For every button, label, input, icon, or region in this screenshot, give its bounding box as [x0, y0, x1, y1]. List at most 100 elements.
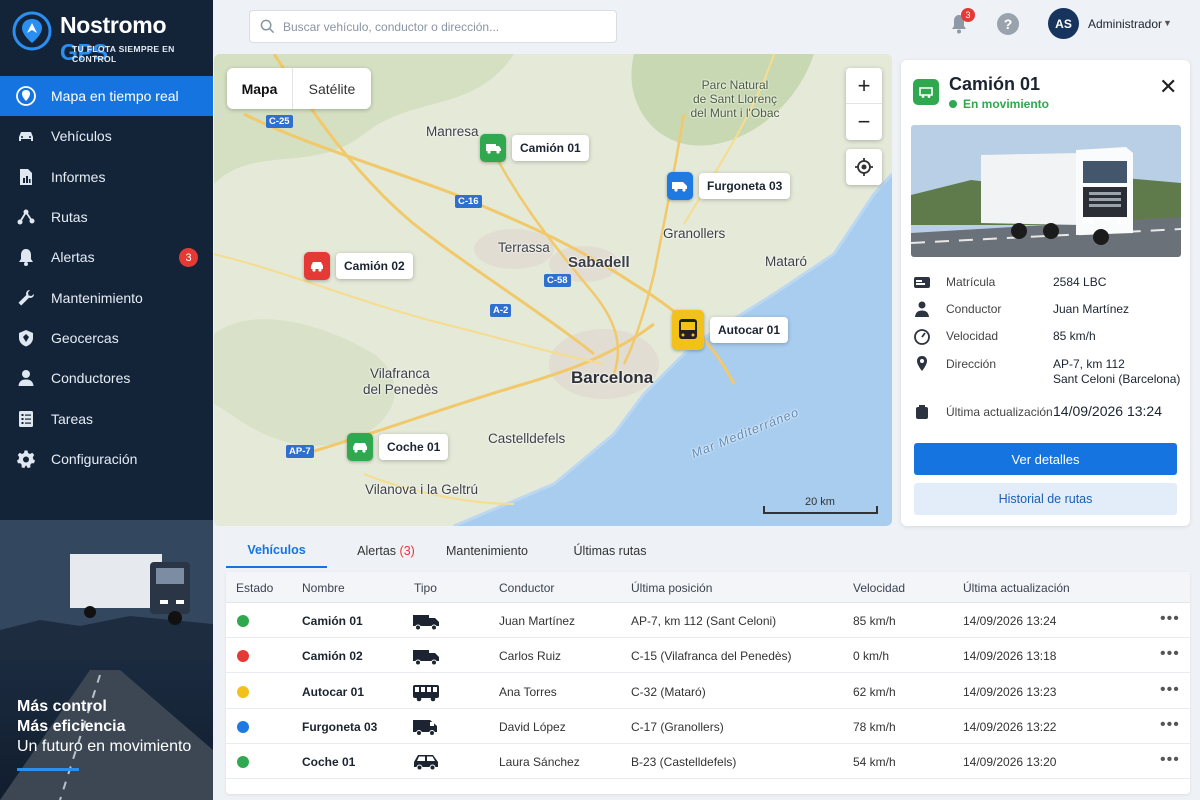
cell-speed: 62 km/h — [853, 684, 896, 699]
tasks-icon — [16, 409, 36, 429]
map-marker-camion01[interactable]: Camión 01 — [480, 134, 589, 162]
chevron-down-icon[interactable]: ▼ — [1163, 18, 1172, 28]
marker-label: Furgoneta 03 — [699, 173, 791, 199]
truck-icon — [412, 611, 440, 631]
place-mataro: Mataró — [765, 254, 808, 269]
place-granollers: Granollers — [663, 226, 726, 241]
more-options-icon[interactable]: ••• — [1160, 610, 1180, 628]
sidebar-item-conductores[interactable]: Conductores — [0, 358, 213, 398]
sidebar-item-tareas[interactable]: Tareas — [0, 398, 213, 438]
map-marker-autocar01[interactable]: Autocar 01 — [672, 310, 789, 350]
view-details-button[interactable]: Ver detalles — [914, 443, 1177, 475]
user-icon — [16, 368, 36, 388]
user-name[interactable]: Administrador — [1088, 17, 1162, 31]
logo-icon — [12, 11, 52, 51]
place-barcelona: Barcelona — [571, 368, 654, 387]
col-posicion[interactable]: Última posición — [631, 581, 712, 595]
tab-mantenimiento[interactable]: Mantenimiento — [438, 534, 536, 568]
marker-label: Camión 01 — [512, 135, 589, 161]
tab-ultimas-rutas[interactable]: Últimas rutas — [564, 534, 656, 568]
search-icon — [260, 19, 275, 34]
truck-icon — [412, 646, 440, 666]
brand-tagline: TU FLOTA SIEMPRE EN CONTROL — [72, 44, 175, 64]
details-status: En movimiento — [949, 97, 1049, 111]
table-row[interactable]: Coche 01 Laura Sánchez B-23 (Castelldefels… — [226, 744, 1190, 780]
scale-bar — [763, 506, 878, 514]
sidebar-item-label: Configuración — [51, 450, 138, 467]
sidebar: Nostromo GPS TU FLOTA SIEMPRE EN CONTROL… — [0, 0, 213, 800]
cell-speed: 0 km/h — [853, 649, 890, 664]
cell-speed: 78 km/h — [853, 719, 896, 734]
map-marker-furgoneta03[interactable]: Furgoneta 03 — [667, 172, 791, 200]
van-icon — [412, 717, 440, 737]
col-velocidad[interactable]: Velocidad — [853, 581, 905, 595]
sidebar-item-alertas[interactable]: Alertas 3 — [0, 237, 213, 277]
col-tipo[interactable]: Tipo — [414, 581, 437, 595]
cell-updated: 14/09/2026 13:23 — [963, 684, 1057, 699]
close-icon[interactable]: ✕ — [1159, 76, 1177, 98]
map-type-map-button[interactable]: Mapa — [227, 68, 293, 109]
cell-position: C-32 (Mataró) — [631, 684, 706, 699]
brand[interactable]: Nostromo GPS TU FLOTA SIEMPRE EN CONTROL — [0, 0, 213, 66]
sidebar-item-vehiculos[interactable]: Vehículos — [0, 116, 213, 156]
route-history-button[interactable]: Historial de rutas — [914, 483, 1177, 515]
sidebar-item-label: Informes — [51, 168, 106, 185]
wrench-icon — [16, 288, 36, 308]
truck-icon — [304, 252, 330, 280]
zoom-out-button[interactable]: − — [846, 104, 882, 140]
sidebar-item-mapa[interactable]: Mapa en tiempo real — [0, 76, 213, 117]
search-box[interactable] — [249, 10, 617, 43]
cell-driver: David López — [499, 719, 566, 734]
van-icon — [667, 172, 693, 200]
sidebar-item-label: Vehículos — [51, 128, 112, 145]
more-options-icon[interactable]: ••• — [1160, 751, 1180, 769]
sidebar-item-configuracion[interactable]: Configuración — [0, 439, 213, 479]
table-row[interactable]: Camión 01 Juan Martínez AP-7, km 112 (Sant… — [226, 603, 1190, 638]
locate-button[interactable] — [846, 149, 882, 185]
table-row[interactable]: Camión 02 Carlos Ruiz C-15 (Vilafranca del… — [226, 638, 1190, 674]
map-marker-camion02[interactable]: Camión 02 — [304, 252, 413, 280]
cell-updated: 14/09/2026 13:20 — [963, 755, 1057, 770]
zoom-in-button[interactable]: + — [846, 68, 882, 104]
tab-vehiculos[interactable]: Vehículos — [226, 534, 327, 568]
park-label: Parc Natural de Sant Llorenç del Munt i l'… — [690, 78, 780, 120]
map-marker-coche01[interactable]: Coche 01 — [347, 433, 449, 461]
col-conductor[interactable]: Conductor — [499, 581, 554, 595]
place-vilafranca-1: Vilafranca — [370, 366, 430, 381]
sidebar-item-mantenimiento[interactable]: Mantenimiento — [0, 277, 213, 317]
table-row[interactable]: Furgoneta 03 David López C-17 (Granollers)… — [226, 709, 1190, 744]
search-input[interactable] — [283, 19, 603, 34]
car-icon — [16, 126, 36, 146]
road-badge-ap7: AP-7 — [286, 445, 314, 458]
col-estado[interactable]: Estado — [236, 581, 273, 595]
sidebar-item-label: Rutas — [51, 209, 88, 226]
cell-driver: Laura Sánchez — [499, 755, 580, 770]
road-badge-c58: C-58 — [544, 274, 571, 287]
place-terrassa: Terrassa — [498, 240, 550, 255]
help-icon[interactable]: ? — [997, 13, 1019, 35]
col-actualizacion[interactable]: Última actualización — [963, 581, 1070, 595]
sidebar-item-rutas[interactable]: Rutas — [0, 197, 213, 237]
driver-icon — [915, 301, 929, 317]
tab-alertas[interactable]: Alertas (3) — [336, 534, 436, 568]
bottom-tabs: Vehículos Alertas (3) Mantenimiento Últi… — [226, 534, 666, 568]
more-options-icon[interactable]: ••• — [1160, 645, 1180, 663]
map-background — [214, 54, 892, 526]
speedometer-icon — [914, 329, 930, 345]
marker-label: Coche 01 — [379, 434, 449, 460]
place-vilafranca-2: del Penedès — [363, 382, 439, 397]
more-options-icon[interactable]: ••• — [1160, 716, 1180, 734]
map-type-satellite-button[interactable]: Satélite — [293, 68, 371, 109]
more-options-icon[interactable]: ••• — [1160, 681, 1180, 699]
map-view[interactable]: Mapa Satélite + − Manresa Terrassa Sabad… — [214, 54, 892, 526]
table-row[interactable]: Autocar 01 Ana Torres C-32 (Mataró) 62 km/h… — [226, 674, 1190, 709]
col-nombre[interactable]: Nombre — [302, 581, 345, 595]
gear-icon — [16, 449, 36, 469]
status-dot — [237, 685, 249, 698]
bus-icon — [672, 310, 704, 350]
avatar[interactable]: AS — [1048, 8, 1079, 39]
cell-name: Camión 02 — [302, 649, 363, 664]
car-icon — [347, 433, 373, 461]
sidebar-item-geocercas[interactable]: Geocercas — [0, 318, 213, 358]
sidebar-item-informes[interactable]: Informes — [0, 157, 213, 197]
